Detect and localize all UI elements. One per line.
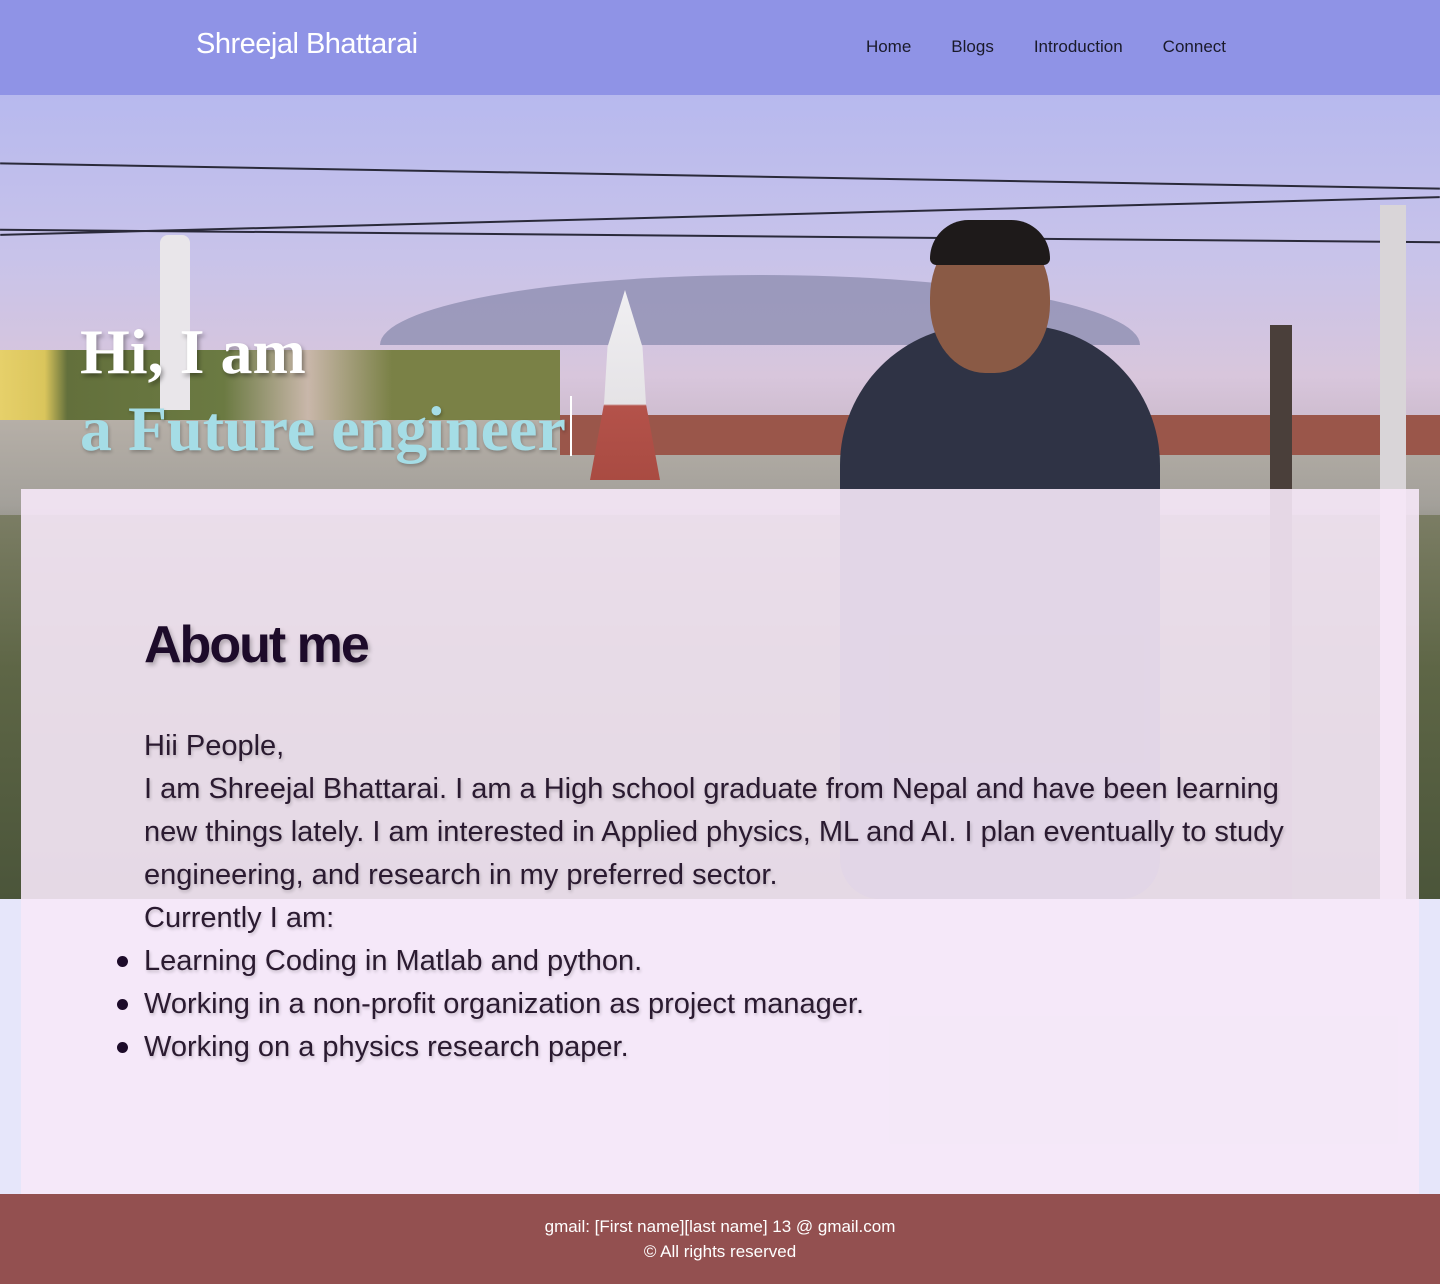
about-activities-list: Learning Coding in Matlab and python. Wo… [117,940,1304,1069]
typing-cursor [569,396,572,456]
nav-link-blogs[interactable]: Blogs [951,37,994,57]
footer-contact: gmail: [First name][last name] 13 @ gmai… [544,1217,896,1236]
nav-link-home[interactable]: Home [866,37,911,57]
list-item: Working in a non-profit organization as … [117,983,1304,1026]
nav-link-introduction[interactable]: Introduction [1034,37,1123,57]
page-footer: gmail: [First name][last name] 13 @ gmai… [0,1194,1440,1284]
site-brand[interactable]: Shreejal Bhattarai [196,28,418,61]
hero-background-wire [0,162,1440,190]
main-nav: Home Blogs Introduction Connect [866,37,1226,57]
top-navbar: Shreejal Bhattarai Home Blogs Introducti… [0,0,1440,95]
about-heading: About me [144,616,370,674]
hero-greeting: Hi, I am [80,316,306,387]
hero-person-hair [930,220,1050,265]
hero-typed-text: a Future engineer [80,392,572,466]
about-currently-label: Currently I am: [144,902,335,934]
hero-typed-text-value: a Future engineer [80,393,566,464]
list-item: Working on a physics research paper. [117,1026,1304,1069]
about-greeting: Hii People, [144,730,285,762]
about-paragraph: I am Shreejal Bhattarai. I am a High sch… [144,773,1284,891]
hero-background-wire [0,228,1440,244]
footer-copyright: © All rights reserved [643,1242,797,1261]
nav-link-connect[interactable]: Connect [1163,37,1226,57]
about-body: Hii People, I am Shreejal Bhattarai. I a… [117,725,1304,1069]
about-card: About me Hii People, I am Shreejal Bhatt… [21,489,1419,1194]
list-item: Learning Coding in Matlab and python. [117,940,1304,983]
